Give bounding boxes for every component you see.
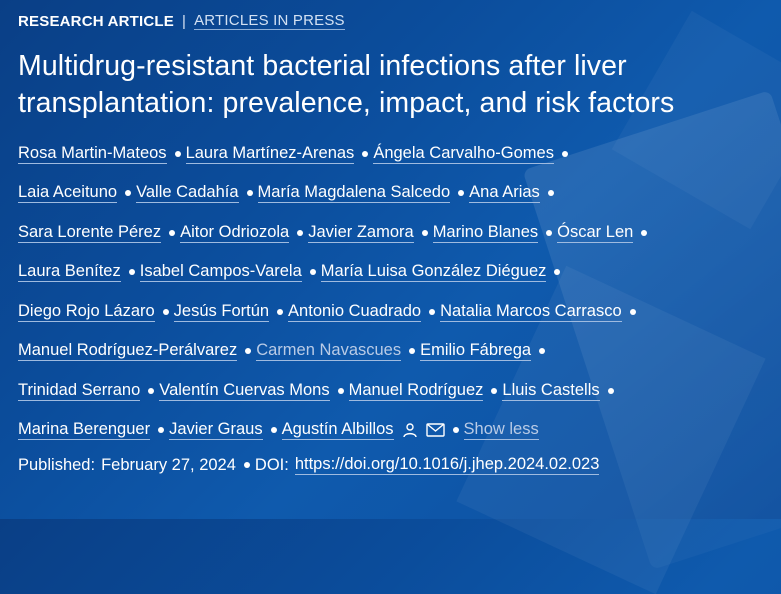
author-separator-dot	[561, 150, 568, 157]
author-link[interactable]: Óscar Len	[557, 223, 634, 243]
author-separator-dot	[128, 269, 135, 276]
author-line: Marina Berenguer Javier Graus Agustín Al…	[18, 411, 767, 451]
publication-info: Published: February 27, 2024 DOI: https:…	[18, 450, 767, 480]
author-separator-dot	[297, 229, 304, 236]
author-separator-dot	[491, 387, 498, 394]
author-link[interactable]: Isabel Campos-Varela	[139, 262, 302, 283]
author-separator-dot	[158, 427, 165, 434]
author-link[interactable]: María Luisa González Diéguez	[320, 262, 547, 283]
article-title: Multidrug-resistant bacterial infections…	[18, 50, 675, 119]
author-separator-dot	[162, 308, 169, 315]
author-link[interactable]: Carmen Navascues	[256, 341, 402, 362]
author-separator-dot	[409, 348, 416, 355]
published-label: Published:	[18, 455, 96, 474]
author-link[interactable]: Manuel Rodríguez-Perálvarez	[18, 341, 238, 362]
author-link[interactable]: Aitor Odriozola	[180, 223, 290, 243]
author-line: Rosa Martin-Mateos Laura Martínez-Arenas…	[18, 134, 767, 174]
article-header: RESEARCH ARTICLE | ARTICLES IN PRESS Mul…	[18, 0, 767, 480]
author-link[interactable]: Antonio Cuadrado	[288, 302, 422, 322]
author-link[interactable]: Valle Cadahía	[136, 183, 239, 204]
doi-link[interactable]: https://doi.org/10.1016/j.jhep.2024.02.0…	[294, 455, 600, 475]
author-separator-dot	[277, 308, 284, 315]
author-separator-dot	[458, 190, 465, 197]
author-link[interactable]: Valentín Cuervas Mons	[159, 381, 330, 401]
author-link[interactable]: Laura Martínez-Arenas	[185, 144, 355, 164]
author-link[interactable]: Javier Graus	[169, 420, 263, 441]
author-separator-dot	[429, 308, 436, 315]
author-list: Rosa Martin-Mateos Laura Martínez-Arenas…	[18, 134, 767, 450]
author-line: Manuel Rodríguez-Perálvarez Carmen Navas…	[18, 332, 767, 372]
author-link[interactable]: Sara Lorente Pérez	[18, 223, 162, 243]
author-link[interactable]: Ángela Carvalho-Gomes	[373, 144, 554, 164]
author-link[interactable]: Marino Blanes	[432, 223, 539, 243]
author-separator-dot	[270, 427, 277, 434]
author-line: Laia Aceituno Valle Cadahía María Magdal…	[18, 174, 767, 214]
author-link[interactable]: Diego Rojo Lázaro	[18, 302, 155, 322]
author-link[interactable]: Javier Zamora	[308, 223, 414, 243]
envelope-icon[interactable]	[425, 423, 445, 437]
author-link[interactable]: Natalia Marcos Carrasco	[440, 302, 622, 322]
author-line: Diego Rojo Lázaro Jesús Fortún Antonio C…	[18, 292, 767, 332]
author-link[interactable]: Emilio Fábrega	[420, 341, 532, 362]
author-separator-dot	[629, 308, 636, 315]
author-link[interactable]: Laia Aceituno	[18, 183, 118, 204]
author-separator-dot	[641, 229, 648, 236]
doi-label: DOI:	[254, 455, 289, 474]
show-less-button[interactable]: Show less	[463, 420, 539, 441]
author-separator-dot	[452, 427, 459, 434]
author-separator-dot	[607, 387, 614, 394]
author-separator-dot	[169, 229, 176, 236]
author-link[interactable]: Laura Benítez	[18, 262, 121, 283]
author-separator-dot	[245, 348, 252, 355]
author-link[interactable]: María Magdalena Salcedo	[257, 183, 451, 204]
author-separator-dot	[547, 190, 554, 197]
author-link[interactable]: Marina Berenguer	[18, 420, 151, 441]
author-link[interactable]: Jesús Fortún	[173, 302, 270, 322]
author-link[interactable]: Agustín Albillos	[281, 420, 394, 441]
author-separator-dot	[362, 150, 369, 157]
author-separator-dot	[174, 150, 181, 157]
meta-separator-dot	[243, 462, 250, 468]
author-link[interactable]: Rosa Martin-Mateos	[18, 144, 167, 164]
author-separator-dot	[337, 387, 344, 394]
author-separator-dot	[148, 387, 155, 394]
author-line: Trinidad Serrano Valentín Cuervas Mons M…	[18, 371, 767, 411]
author-separator-dot	[246, 190, 253, 197]
articles-in-press-link[interactable]: ARTICLES IN PRESS	[194, 12, 345, 30]
author-line: Sara Lorente Pérez Aitor Odriozola Javie…	[18, 213, 767, 253]
author-link[interactable]: Manuel Rodríguez	[348, 381, 484, 401]
author-separator-dot	[125, 190, 132, 197]
author-separator-dot	[554, 269, 561, 276]
author-separator-dot	[421, 229, 428, 236]
author-link[interactable]: Lluis Castells	[502, 381, 600, 401]
meta-separator: |	[181, 12, 187, 30]
author-separator-dot	[546, 229, 553, 236]
published-date: February 27, 2024	[101, 455, 236, 474]
author-link[interactable]: Ana Arias	[469, 183, 540, 204]
article-meta: RESEARCH ARTICLE | ARTICLES IN PRESS	[18, 10, 767, 32]
author-link[interactable]: Trinidad Serrano	[18, 381, 141, 401]
author-line: Laura Benítez Isabel Campos-Varela María…	[18, 253, 767, 293]
person-icon[interactable]	[402, 422, 418, 438]
author-separator-dot	[539, 348, 546, 355]
author-separator-dot	[309, 269, 316, 276]
article-type-label: RESEARCH ARTICLE	[18, 12, 174, 30]
